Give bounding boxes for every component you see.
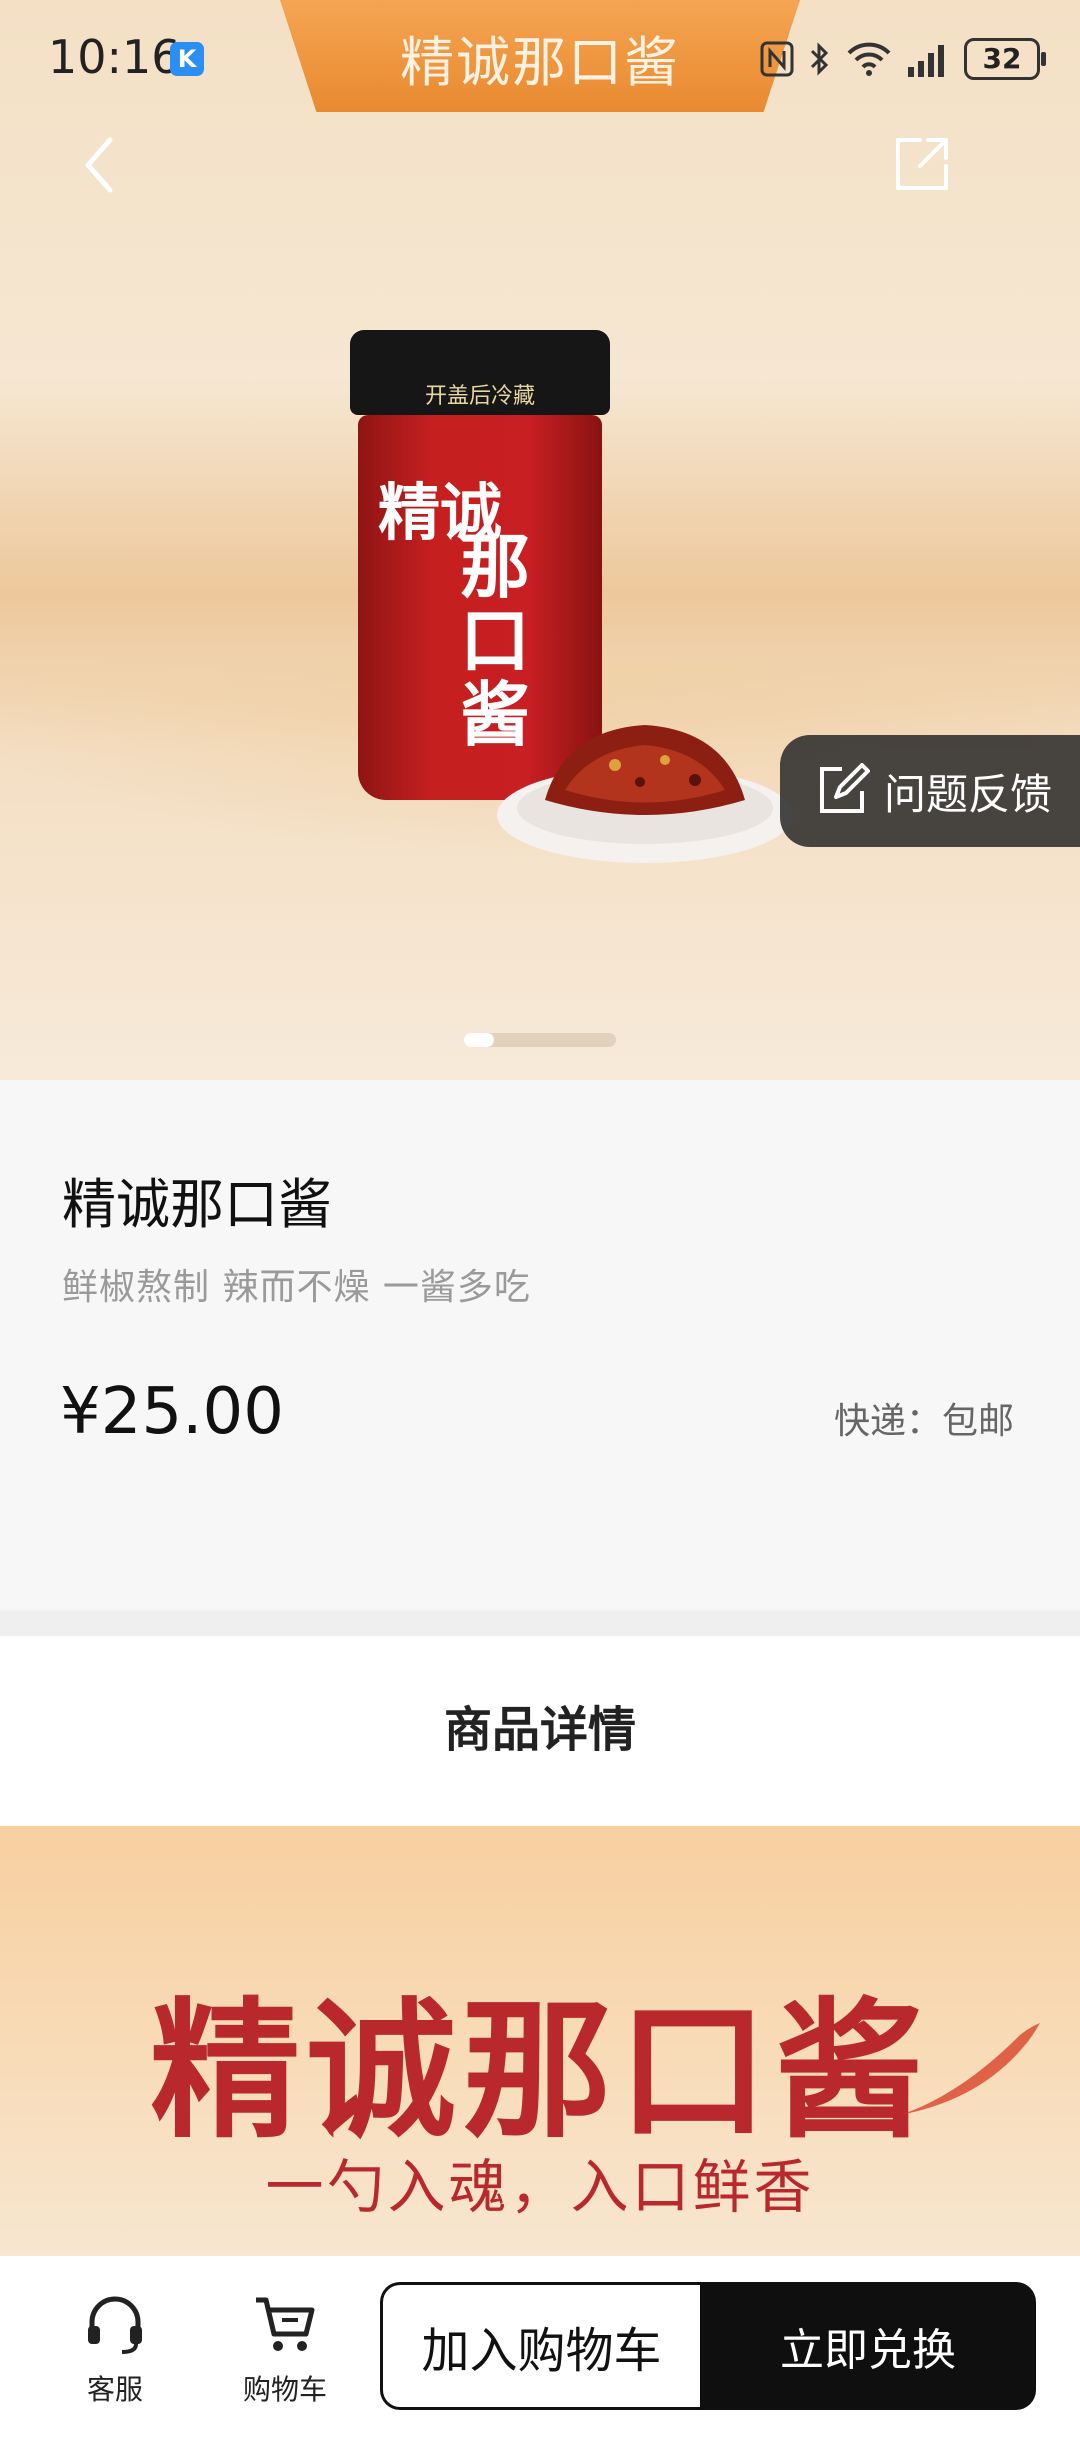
product-price: ¥25.00 bbox=[60, 1375, 284, 1449]
add-to-cart-button[interactable]: 加入购物车 bbox=[380, 2282, 700, 2410]
edit-icon bbox=[820, 763, 870, 813]
headset-icon bbox=[88, 2296, 142, 2354]
battery-icon: 32 bbox=[964, 38, 1046, 80]
back-button[interactable] bbox=[70, 130, 130, 200]
carousel-indicator-active bbox=[464, 1033, 494, 1047]
back-arrow-icon bbox=[85, 137, 113, 193]
bluetooth-icon bbox=[810, 42, 829, 76]
product-name: 精诚那口酱 bbox=[62, 1173, 332, 1236]
jar-lid-text: 开盖后冷藏 bbox=[424, 384, 535, 409]
share-icon bbox=[896, 138, 948, 190]
banner-slogan: 一勺入魂，入口鲜香 bbox=[265, 2153, 815, 2221]
status-icons: 32 bbox=[760, 34, 1046, 84]
status-time: 10:16 bbox=[48, 30, 181, 84]
sauce-plate-image bbox=[497, 725, 793, 863]
feedback-button[interactable]: 问题反馈 bbox=[780, 735, 1080, 847]
product-detail-title: 商品详情 bbox=[443, 1702, 636, 1758]
shopping-cart-icon bbox=[256, 2297, 315, 2351]
nfc-icon bbox=[760, 41, 794, 77]
cart-button[interactable]: 购物车 bbox=[225, 2290, 345, 2410]
signal-icon bbox=[908, 45, 944, 77]
customer-service-label: 客服 bbox=[86, 2373, 143, 2406]
feedback-label: 问题反馈 bbox=[884, 769, 1053, 819]
carousel-indicator bbox=[464, 1033, 616, 1047]
cart-label: 购物车 bbox=[242, 2373, 327, 2406]
page-title: 精诚那口酱 bbox=[400, 31, 680, 94]
customer-service-button[interactable]: 客服 bbox=[55, 2290, 175, 2410]
wifi-icon bbox=[847, 42, 891, 76]
product-subtitle: 鲜椒熬制 辣而不燥 一酱多吃 bbox=[62, 1267, 531, 1308]
share-button[interactable] bbox=[890, 132, 954, 196]
app-notification-icon: K bbox=[170, 42, 204, 76]
redeem-now-button[interactable]: 立即兑换 bbox=[700, 2282, 1036, 2410]
section-divider bbox=[0, 1610, 1080, 1636]
shipping-info: 快递：包邮 bbox=[833, 1401, 1014, 1442]
chili-pepper-image bbox=[900, 2023, 1040, 2115]
